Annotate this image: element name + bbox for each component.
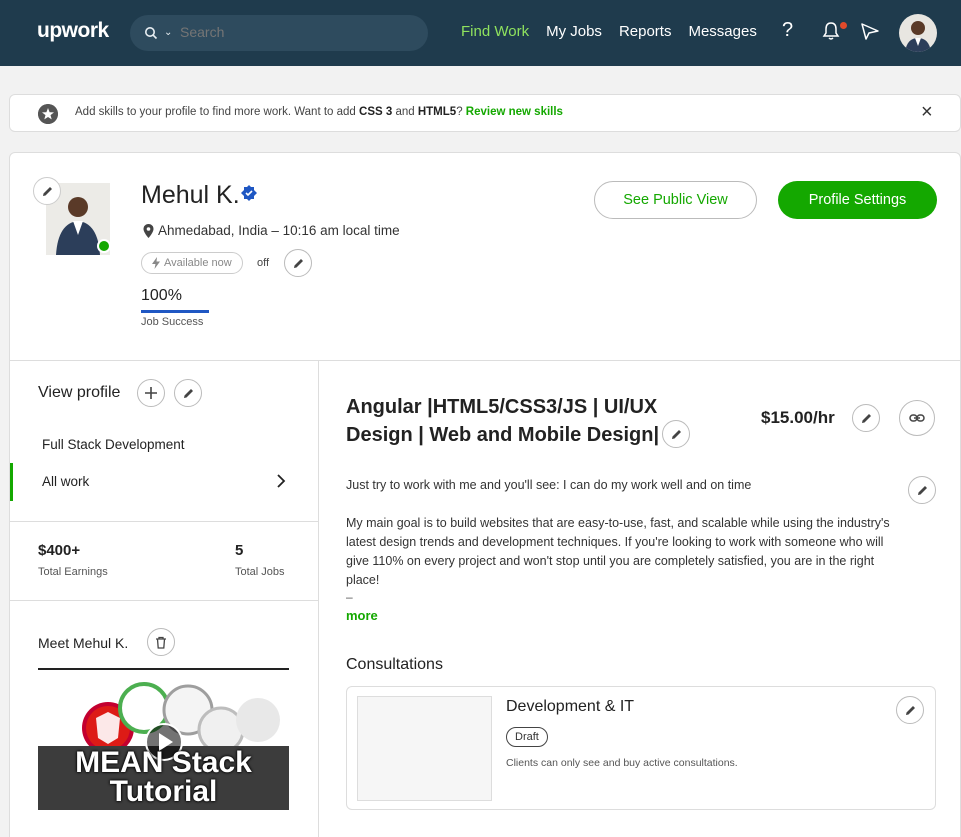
nav-link-messages[interactable]: Messages <box>688 23 756 40</box>
chevron-down-icon[interactable]: ⌄ <box>164 27 172 38</box>
profile-name: Mehul K. <box>141 181 240 209</box>
profile-settings-button[interactable]: Profile Settings <box>778 181 937 219</box>
consultation-card[interactable]: Development & IT Draft Clients can only … <box>346 686 936 810</box>
edit-title-button[interactable] <box>662 420 690 448</box>
notification-dot <box>840 22 847 29</box>
trash-icon <box>156 636 166 649</box>
top-navigation-bar: upwork ⌄ Find Work My Jobs Reports Messa… <box>0 0 961 66</box>
plus-icon <box>145 387 157 399</box>
pencil-icon <box>293 258 303 268</box>
video-intro-heading: Meet Mehul K. <box>38 635 129 651</box>
bell-icon[interactable] <box>822 21 840 41</box>
search-box[interactable]: ⌄ <box>130 15 428 51</box>
profile-location: Ahmedabad, India – 10:16 am local time <box>143 223 400 238</box>
pencil-icon <box>905 705 915 715</box>
edit-consultation-button[interactable] <box>896 696 924 724</box>
job-success-label: Job Success <box>141 316 204 328</box>
main-nav-links: Find Work My Jobs Reports Messages <box>461 23 757 40</box>
delete-video-button[interactable] <box>147 628 175 656</box>
divider <box>10 521 318 522</box>
bolt-icon <box>152 257 160 269</box>
more-link[interactable]: more <box>346 608 378 623</box>
review-new-skills-link[interactable]: Review new skills <box>466 106 563 118</box>
pencil-icon <box>183 388 193 398</box>
nav-link-reports[interactable]: Reports <box>619 23 672 40</box>
star-icon <box>38 104 58 124</box>
search-icon <box>145 27 158 40</box>
edit-overview-button[interactable] <box>908 476 936 504</box>
selected-indicator <box>10 463 13 501</box>
consultations-heading: Consultations <box>346 656 443 673</box>
divider <box>10 360 961 361</box>
overview-paragraph: My main goal is to build websites that a… <box>346 516 890 587</box>
pencil-icon <box>917 485 927 495</box>
draft-status-badge: Draft <box>506 727 548 747</box>
availability-state: off <box>257 257 270 269</box>
chevron-right-icon[interactable] <box>275 473 287 489</box>
nav-link-find-work[interactable]: Find Work <box>461 23 529 40</box>
user-avatar[interactable] <box>899 14 937 52</box>
skills-suggestion-banner: Add skills to your profile to find more … <box>9 94 961 132</box>
nav-link-my-jobs[interactable]: My Jobs <box>546 23 602 40</box>
overview-first-line: Just try to work with me and you'll see:… <box>346 478 752 492</box>
intro-video-thumbnail[interactable]: MEAN Stack Tutorial <box>38 668 289 810</box>
upwork-logo[interactable]: upwork <box>37 19 109 43</box>
location-pin-icon <box>143 223 154 238</box>
edit-availability-button[interactable] <box>284 249 312 277</box>
online-status-indicator <box>97 239 111 253</box>
availability-badge[interactable]: Available now <box>141 252 243 274</box>
job-success-value: 100% <box>141 287 182 304</box>
specialized-profile-full-stack[interactable]: Full Stack Development <box>42 437 185 452</box>
edit-view-profile-button[interactable] <box>174 379 202 407</box>
link-icon <box>909 414 925 422</box>
total-earnings-label: Total Earnings <box>38 566 108 578</box>
verified-badge-icon <box>241 185 257 201</box>
pencil-icon <box>42 186 52 196</box>
view-profile-heading: View profile <box>38 384 121 401</box>
profile-card: Mehul K. Ahmedabad, India – 10:16 am loc… <box>9 152 961 837</box>
total-earnings-value: $400+ <box>38 542 81 559</box>
close-icon[interactable]: × <box>921 101 933 124</box>
copy-link-button[interactable] <box>899 400 935 436</box>
consultation-thumbnail <box>357 696 492 801</box>
consultation-note: Clients can only see and buy active cons… <box>506 757 738 769</box>
job-success-bar <box>141 310 209 313</box>
overview-truncation-mark: – <box>346 590 353 604</box>
hourly-rate: $15.00/hr <box>761 408 835 427</box>
search-input[interactable] <box>180 24 380 40</box>
total-jobs-label: Total Jobs <box>235 566 285 578</box>
edit-rate-button[interactable] <box>852 404 880 432</box>
profile-title: Angular |HTML5/CSS3/JS | UI/UX Design | … <box>346 396 660 446</box>
edit-photo-button[interactable] <box>33 177 61 205</box>
specialized-profile-all-work[interactable]: All work <box>42 474 89 489</box>
total-jobs-value: 5 <box>235 542 244 559</box>
divider <box>10 600 318 601</box>
help-icon[interactable]: ? <box>782 19 793 42</box>
pencil-icon <box>861 413 871 423</box>
column-divider <box>318 360 319 837</box>
send-icon[interactable] <box>860 21 880 41</box>
consultation-title: Development & IT <box>506 698 635 715</box>
see-public-view-button[interactable]: See Public View <box>594 181 757 219</box>
banner-text: Add skills to your profile to find more … <box>75 106 563 118</box>
video-title-line2: Tutorial <box>109 775 218 808</box>
add-specialized-profile-button[interactable] <box>137 379 165 407</box>
pencil-icon <box>671 429 681 439</box>
